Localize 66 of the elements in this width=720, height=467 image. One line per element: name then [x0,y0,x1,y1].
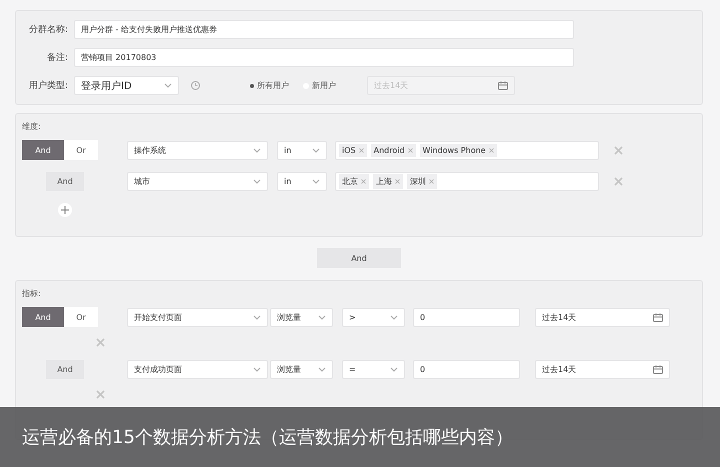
field-label: 分群名称: [28,24,68,36]
caret-icon [253,178,261,184]
logic-toggle[interactable]: Or [64,140,98,160]
and-join-button[interactable]: And [317,248,401,268]
remove-icon[interactable] [614,176,623,186]
value-tag: 上海 [373,174,403,188]
field-select[interactable]: 操作系统 [127,140,268,160]
tag-input[interactable]: iOS Android Windows Phone [335,140,599,160]
field-label: 备注: [46,52,68,64]
caret-icon [253,148,261,152]
logic-toggle[interactable]: And [22,140,64,160]
close-icon[interactable] [361,178,366,184]
operator-select[interactable]: in [277,140,327,160]
logic-toggle[interactable]: Or [64,307,98,327]
caret-icon [318,314,326,320]
input-field[interactable]: 用户分群 - 给支付失败用户推送优惠券 [74,20,574,39]
measure-select[interactable]: 浏览量 [270,308,333,326]
input-field[interactable]: 营销项目 20170803 [74,48,574,67]
logic-toggle[interactable]: And [22,307,64,327]
calendar-icon [498,81,508,90]
caret-icon [390,366,398,372]
comparator-select[interactable]: = [342,360,405,378]
value-input[interactable]: 0 [413,308,520,326]
calendar-icon [653,364,663,374]
section-title: 指标: [22,288,42,299]
and-connector[interactable]: And [46,172,84,190]
measure-select[interactable]: 浏览量 [270,360,333,378]
value-input[interactable]: 0 [413,360,520,378]
caret-icon [318,366,326,372]
user-type-select[interactable]: 登录用户ID [74,76,179,95]
caret-icon [312,148,320,152]
caption-text: 运营必备的15个数据分析方法（运营数据分析包括哪些内容） [22,426,513,449]
comparator-select[interactable]: > [342,308,405,326]
remove-icon[interactable] [614,146,623,154]
add-icon[interactable] [58,203,72,217]
close-icon[interactable] [488,148,494,152]
calendar-icon [653,312,663,322]
close-icon[interactable] [395,178,400,184]
caret-icon [390,314,398,320]
section-title: 维度: [22,121,42,132]
caret-icon [253,366,261,372]
caret-icon [312,178,320,184]
value-tag: Windows Phone [420,144,497,156]
date-range-field[interactable]: 过去14天 [535,360,670,378]
radio-option[interactable]: 所有用户 [250,80,289,91]
remove-icon[interactable] [96,390,105,399]
operator-select[interactable]: in [277,172,327,190]
caret-icon [253,314,261,320]
field-select[interactable]: 城市 [127,172,268,190]
event-select[interactable]: 开始支付页面 [127,308,268,326]
radio-option[interactable]: 新用户 [303,80,336,91]
close-icon[interactable] [358,148,364,152]
close-icon[interactable] [429,178,434,184]
date-range-field[interactable]: 过去14天 [535,308,670,326]
and-connector[interactable]: And [46,360,84,378]
clock-icon [191,81,200,90]
field-label: 用户类型: [28,80,68,92]
value-tag: iOS [339,144,367,156]
caret-icon [164,83,172,88]
value-tag: 深圳 [407,174,437,188]
value-tag: 北京 [339,174,369,188]
tag-input[interactable]: 北京 上海 深圳 [335,172,599,190]
remove-icon[interactable] [96,338,105,347]
value-tag: Android [370,144,416,156]
event-select[interactable]: 支付成功页面 [127,360,268,378]
close-icon[interactable] [408,148,413,152]
